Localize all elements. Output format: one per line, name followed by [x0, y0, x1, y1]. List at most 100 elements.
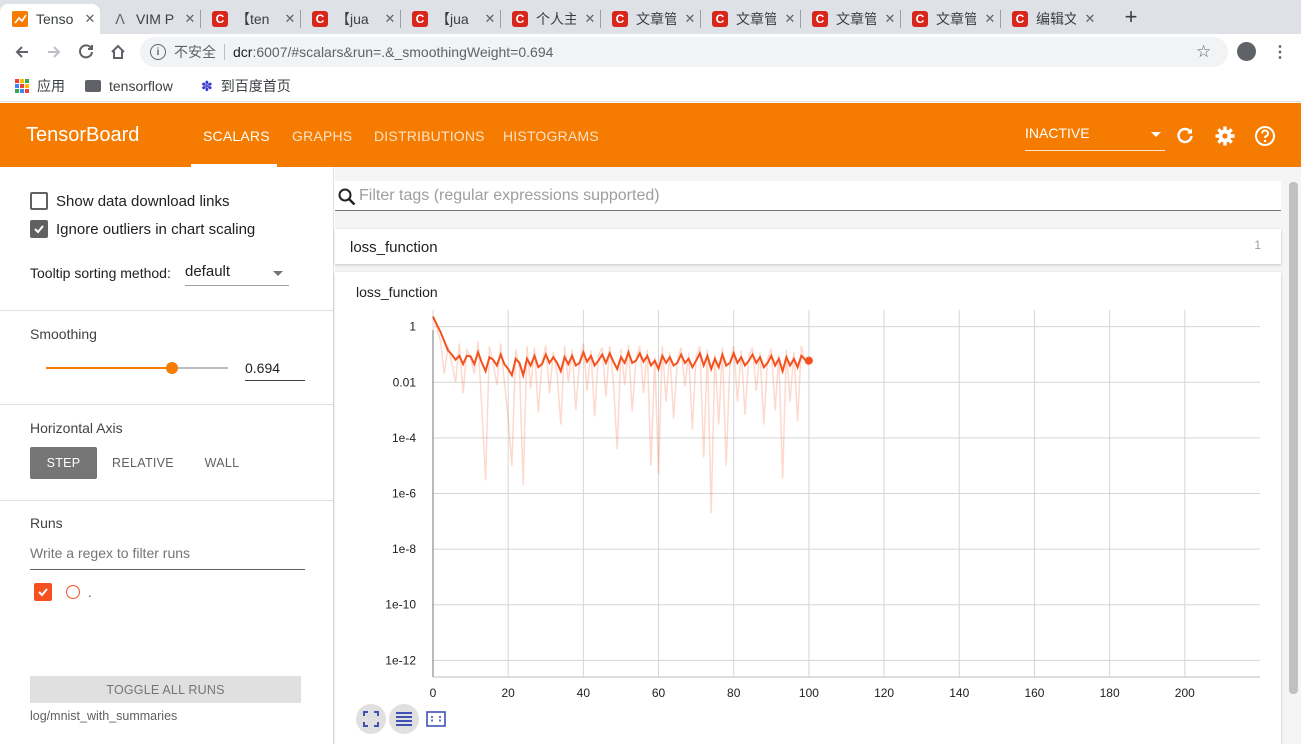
plugin-status-value: INACTIVE: [1025, 125, 1090, 141]
url-path: :6007/#scalars&run=.&_smoothingWeight=0.…: [252, 44, 554, 60]
home-icon[interactable]: [106, 40, 130, 64]
browser-tab[interactable]: Tenso ✕: [0, 4, 100, 34]
bookmark-label: 应用: [37, 78, 65, 94]
tab-histograms[interactable]: HISTOGRAMS: [503, 128, 599, 144]
checkbox-box[interactable]: [30, 192, 48, 210]
tab-graphs[interactable]: GRAPHS: [292, 128, 352, 144]
x-tick-label: 100: [799, 686, 819, 700]
browser-tab[interactable]: C 编辑文 ✕: [1000, 4, 1100, 34]
page-scrollbar[interactable]: [1289, 182, 1298, 694]
browser-tab-label: 文章管: [636, 11, 676, 27]
browser-tab[interactable]: C 【ten ✕: [200, 4, 300, 34]
x-tick-label: 60: [652, 686, 666, 700]
category-count: 1: [1254, 238, 1261, 252]
address-bar[interactable]: i 不安全 dcr:6007/#scalars&run=.&_smoothing…: [140, 37, 1228, 67]
settings-gear-icon[interactable]: [1214, 125, 1236, 147]
close-icon[interactable]: ✕: [982, 11, 998, 27]
browser-tab[interactable]: ᐱ VIM P ✕: [100, 4, 200, 34]
tooltip-sorting-value: default: [185, 263, 231, 280]
tab-separator: [300, 10, 301, 28]
info-icon[interactable]: i: [150, 44, 166, 60]
tab-separator: [800, 10, 801, 28]
close-icon[interactable]: ✕: [182, 11, 198, 27]
close-icon[interactable]: ✕: [82, 11, 98, 27]
fit-domain-icon[interactable]: [421, 704, 451, 734]
close-icon[interactable]: ✕: [582, 11, 598, 27]
run-name: .: [88, 584, 92, 600]
run-item[interactable]: .: [34, 583, 92, 601]
browser-tab-label: 【jua: [336, 11, 369, 27]
plugin-status-select[interactable]: INACTIVE: [1025, 125, 1165, 151]
browser-tab[interactable]: C 文章管 ✕: [600, 4, 700, 34]
axis-wall-button[interactable]: WALL: [192, 447, 252, 479]
bookmark-apps[interactable]: 应用: [15, 76, 65, 96]
chart-card: loss_function 0 20 40 60 80 100 120 140 160 180 20…: [335, 272, 1281, 744]
show-download-links-checkbox[interactable]: Show data download links: [30, 192, 229, 210]
checkmark-icon[interactable]: [30, 220, 48, 238]
close-icon[interactable]: ✕: [282, 11, 298, 27]
close-icon[interactable]: ✕: [1082, 11, 1098, 27]
csdn-icon: C: [712, 11, 728, 27]
x-tick-label: 200: [1175, 686, 1195, 700]
bookmark-tensorflow[interactable]: tensorflow: [85, 76, 173, 96]
apps-grid-icon: [15, 79, 29, 93]
log-scale-toggle-icon[interactable]: [389, 704, 419, 734]
runs-title: Runs: [30, 515, 63, 531]
browser-tab-label: 【ten: [236, 11, 270, 27]
close-icon[interactable]: ✕: [482, 11, 498, 27]
refresh-icon[interactable]: [1174, 125, 1196, 147]
smoothing-value-input[interactable]: 0.694: [245, 357, 305, 381]
runs-filter-input[interactable]: Write a regex to filter runs: [30, 545, 305, 570]
browser-tab-label: Tenso: [36, 11, 74, 27]
close-icon[interactable]: ✕: [882, 11, 898, 27]
browser-tab[interactable]: C 个人主 ✕: [500, 4, 600, 34]
close-icon[interactable]: ✕: [382, 11, 398, 27]
tag-filter-input[interactable]: Filter tags (regular expressions support…: [335, 181, 1281, 211]
smoothing-slider[interactable]: [46, 362, 228, 374]
close-icon[interactable]: ✕: [782, 11, 798, 27]
new-tab-button[interactable]: +: [1120, 4, 1142, 30]
profile-avatar-icon[interactable]: [1237, 42, 1256, 61]
vim-icon: ᐱ: [115, 10, 125, 27]
fullscreen-icon[interactable]: [356, 704, 386, 734]
back-icon[interactable]: [10, 40, 34, 64]
tab-separator: [1000, 10, 1001, 28]
help-icon[interactable]: [1254, 125, 1276, 147]
browser-tab-label: 文章管: [736, 11, 776, 27]
smoothing-title: Smoothing: [30, 326, 97, 342]
browser-tab[interactable]: C 文章管 ✕: [700, 4, 800, 34]
bookmark-baidu[interactable]: ✽ 到百度首页: [201, 76, 291, 96]
chart-svg[interactable]: 0 20 40 60 80 100 120 140 160 180 200 1 0.01 1e-4 1e-6…: [335, 272, 1281, 744]
x-tick-label: 0: [430, 686, 437, 700]
browser-tab[interactable]: C 文章管 ✕: [800, 4, 900, 34]
axis-relative-button[interactable]: RELATIVE: [104, 447, 182, 479]
y-tick-label: 1e-6: [392, 487, 416, 501]
category-header[interactable]: loss_function 1: [335, 229, 1281, 264]
axis-step-button[interactable]: STEP: [30, 447, 97, 479]
tab-scalars[interactable]: SCALARS: [203, 128, 270, 144]
run-color-circle-icon[interactable]: [66, 585, 80, 599]
toggle-all-runs-button[interactable]: TOGGLE ALL RUNS: [30, 676, 301, 703]
browser-tab[interactable]: C 文章管 ✕: [900, 4, 1000, 34]
app-title: TensorBoard: [26, 124, 140, 146]
tooltip-sorting-label: Tooltip sorting method:: [30, 265, 171, 281]
browser-tab[interactable]: C 【jua ✕: [300, 4, 400, 34]
tooltip-sorting-select[interactable]: default: [185, 259, 289, 286]
tab-separator: [400, 10, 401, 28]
forward-icon[interactable]: [42, 40, 66, 64]
baidu-paw-icon: ✽: [201, 77, 213, 94]
sidebar: Show data download links Ignore outliers…: [0, 167, 334, 744]
browser-tab[interactable]: C 【jua ✕: [400, 4, 500, 34]
bookmarks-bar: 应用 tensorflow ✽ 到百度首页: [0, 70, 1301, 102]
run-checkbox[interactable]: [34, 583, 52, 601]
csdn-icon: C: [412, 11, 428, 27]
tab-separator: [200, 10, 201, 28]
close-icon[interactable]: ✕: [682, 11, 698, 27]
reload-icon[interactable]: [74, 40, 98, 64]
bookmark-label: tensorflow: [109, 78, 173, 94]
ignore-outliers-checkbox[interactable]: Ignore outliers in chart scaling: [30, 220, 255, 238]
bookmark-star-icon[interactable]: ☆: [1196, 42, 1211, 62]
tab-distributions[interactable]: DISTRIBUTIONS: [374, 128, 485, 144]
csdn-icon: C: [1012, 11, 1028, 27]
browser-menu-icon[interactable]: ⋮: [1272, 42, 1288, 62]
